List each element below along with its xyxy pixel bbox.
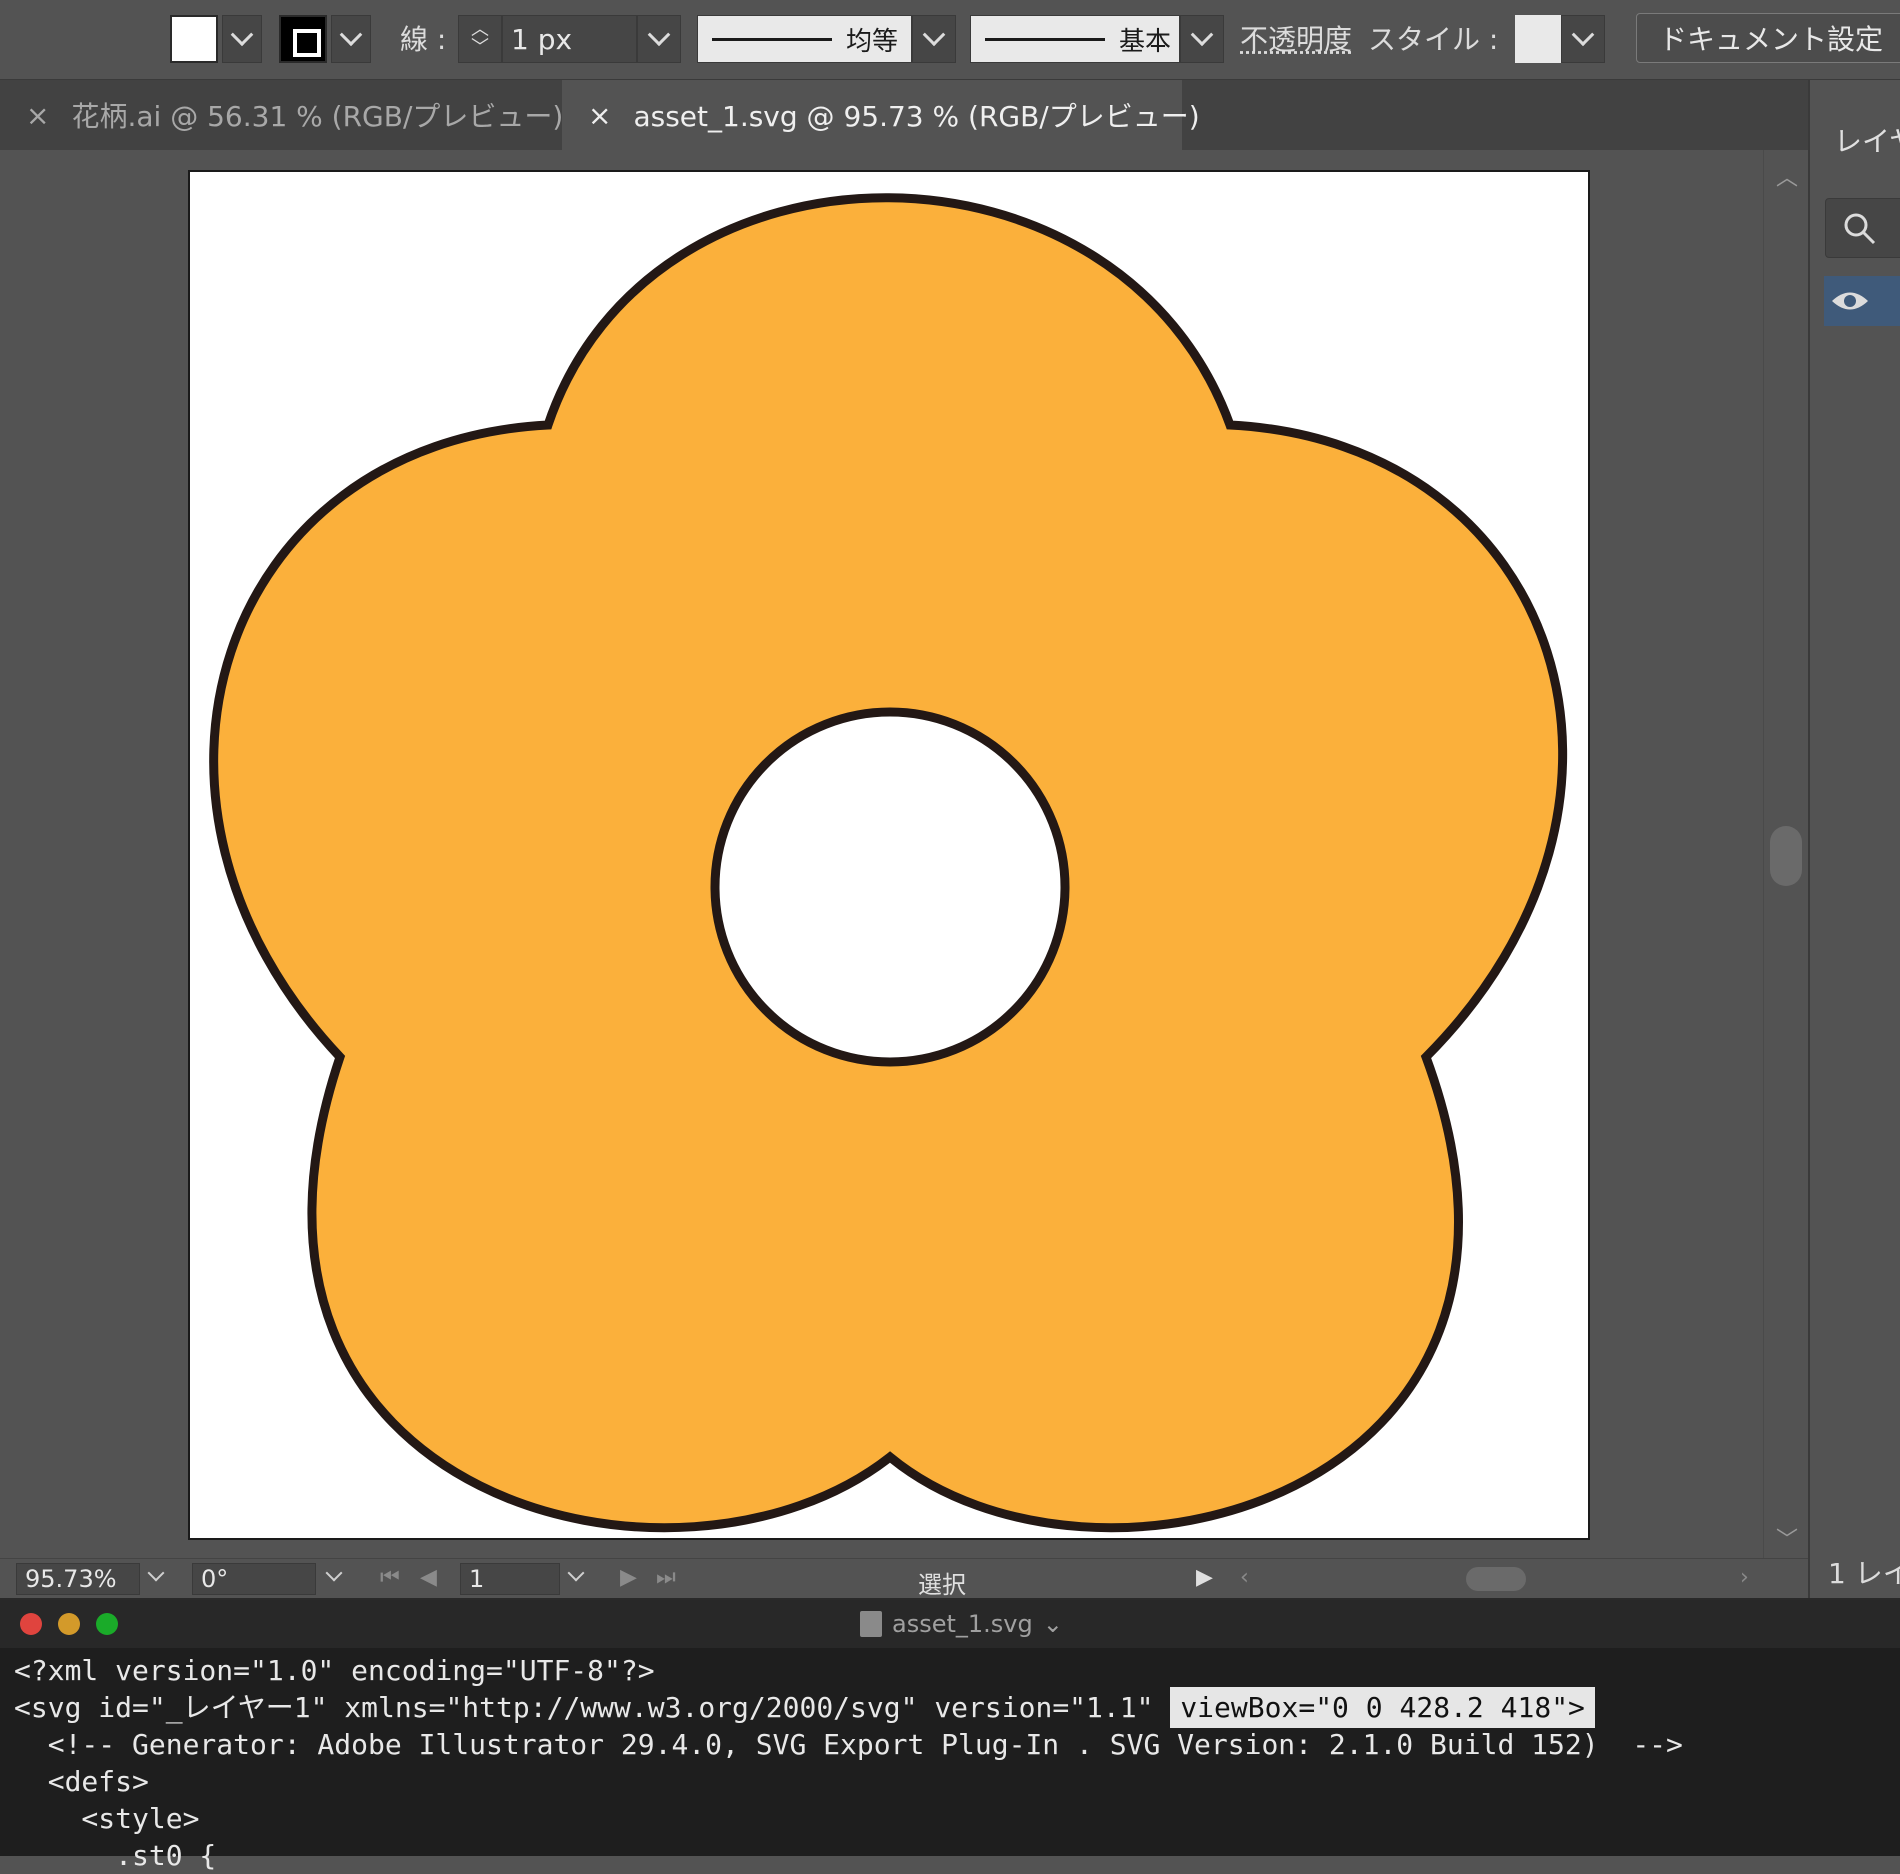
chevron-down-icon[interactable]: ﹀ <box>471 39 489 57</box>
tab-asset-1[interactable]: × asset_1.svg @ 95.73 % (RGB/プレビュー) <box>562 80 1200 150</box>
chevron-down-icon[interactable]: ⌄ <box>1043 1610 1063 1638</box>
vertical-scrollbar[interactable]: ︿ ﹀ <box>1763 150 1808 1558</box>
editor-titlebar: asset_1.svg ⌄ <box>0 1600 1900 1648</box>
close-icon[interactable]: × <box>588 99 611 132</box>
brush-dropdown[interactable] <box>1180 15 1224 63</box>
editor-filename: asset_1.svg <box>892 1610 1033 1638</box>
stroke-width-stepper[interactable]: ︿ ﹀ <box>458 15 502 63</box>
search-icon <box>1844 213 1876 245</box>
canvas-area[interactable] <box>10 150 1763 1558</box>
last-artboard-icon[interactable]: ⏭ <box>656 1565 676 1590</box>
code-line: <style> <box>14 1802 200 1835</box>
chevron-down-icon[interactable] <box>567 1564 585 1582</box>
close-window-button[interactable] <box>20 1613 42 1635</box>
control-bar: 線 : ︿ ﹀ 1 px 均等 基本 不透明度 スタイル : ドキュメント設定 <box>0 0 1900 80</box>
chevron-down-icon <box>1190 23 1214 47</box>
scroll-thumb[interactable] <box>1770 826 1802 886</box>
zoom-window-button[interactable] <box>96 1613 118 1635</box>
flower-shape[interactable] <box>209 193 1568 1533</box>
document-icon <box>860 1611 882 1637</box>
code-line: <svg id="_レイヤー1" xmlns="http://www.w3.or… <box>14 1687 1683 1728</box>
status-bar: 95.73% 0° ⏮ ◀ 1 ▶ ⏭ 選択 ▶ ‹ › <box>0 1558 1808 1600</box>
stroke-width-dropdown[interactable] <box>637 15 681 63</box>
document-tabbar: × 花柄.ai @ 56.31 % (RGB/プレビュー) × asset_1.… <box>0 80 1808 150</box>
play-icon[interactable]: ▶ <box>1196 1565 1213 1590</box>
prev-artboard-icon[interactable]: ◀ <box>420 1565 437 1590</box>
chevron-down-icon <box>339 23 363 47</box>
chevron-right-icon[interactable]: › <box>1740 1565 1749 1590</box>
fill-swatch[interactable] <box>170 15 218 63</box>
variable-width-profile[interactable]: 均等 <box>697 15 912 63</box>
stroke-color-dropdown[interactable] <box>331 15 371 63</box>
stroke-width-input[interactable]: 1 px <box>502 15 637 63</box>
flower-artwork[interactable] <box>190 172 1590 1540</box>
graphic-style-swatch[interactable] <box>1515 15 1561 63</box>
rotation-field[interactable]: 0° <box>192 1563 316 1595</box>
status-text[interactable]: 選択 <box>918 1565 966 1600</box>
chevron-down-icon <box>922 23 946 47</box>
brush-label: 基本 <box>1119 26 1172 57</box>
style-dropdown[interactable] <box>1561 15 1605 63</box>
document-settings-button[interactable]: ドキュメント設定 <box>1636 13 1900 63</box>
code-editor-window: asset_1.svg ⌄ <?xml version="1.0" encodi… <box>0 1598 1900 1872</box>
layer-count: 1 レイ <box>1828 1557 1900 1590</box>
chevron-left-icon[interactable]: ‹ <box>1240 1565 1249 1590</box>
close-icon[interactable]: × <box>26 99 49 132</box>
tab-flower-pattern[interactable]: × 花柄.ai @ 56.31 % (RGB/プレビュー) <box>0 80 564 150</box>
chevron-down-icon[interactable] <box>147 1564 165 1582</box>
layers-panel-title[interactable]: レイヤ <box>1834 120 1900 160</box>
next-artboard-icon[interactable]: ▶ <box>620 1565 637 1590</box>
code-content[interactable]: <?xml version="1.0" encoding="UTF-8"?> <s… <box>14 1652 1683 1874</box>
chevron-down-icon <box>1571 23 1595 47</box>
code-line: <!-- Generator: Adobe Illustrator 29.4.0… <box>14 1728 1683 1761</box>
profile-label: 均等 <box>846 26 899 57</box>
editor-title[interactable]: asset_1.svg ⌄ <box>860 1610 1063 1638</box>
code-line: <?xml version="1.0" encoding="UTF-8"?> <box>14 1654 655 1687</box>
tab-label: asset_1.svg @ 95.73 % (RGB/プレビュー) <box>633 100 1200 133</box>
highlighted-code: viewBox="0 0 428.2 418"> <box>1170 1687 1595 1728</box>
chevron-down-icon <box>230 23 254 47</box>
code-text: <svg id="_レイヤー1" xmlns="http://www.w3.or… <box>14 1691 1171 1724</box>
code-line: <defs> <box>14 1765 149 1798</box>
chevron-down-icon <box>647 23 671 47</box>
stroke-swatch[interactable] <box>279 15 327 63</box>
first-artboard-icon[interactable]: ⏮ <box>380 1565 400 1590</box>
layers-search[interactable] <box>1825 198 1900 258</box>
layer-row[interactable] <box>1824 276 1900 326</box>
stroke-label[interactable]: 線 : <box>400 18 446 58</box>
zoom-field[interactable]: 95.73% <box>16 1563 140 1595</box>
opacity-label[interactable]: 不透明度 <box>1240 18 1352 58</box>
chevron-up-icon[interactable]: ︿ <box>1776 160 1798 192</box>
horizontal-scroll-thumb[interactable] <box>1466 1567 1526 1591</box>
stroke-line-preview <box>712 37 832 41</box>
brush-definition[interactable]: 基本 <box>970 15 1180 63</box>
artboard-number-field[interactable]: 1 <box>460 1563 560 1595</box>
eye-icon[interactable] <box>1830 286 1870 316</box>
artboard[interactable] <box>188 170 1590 1540</box>
chevron-down-icon[interactable]: ﹀ <box>1776 1522 1798 1554</box>
minimize-window-button[interactable] <box>58 1613 80 1635</box>
layers-panel: レイヤ 1 レイ <box>1808 80 1900 1598</box>
fill-dropdown[interactable] <box>222 15 262 63</box>
chevron-down-icon[interactable] <box>325 1564 343 1582</box>
brush-line-preview <box>985 37 1105 41</box>
profile-dropdown[interactable] <box>912 15 956 63</box>
style-label: スタイル : <box>1368 23 1499 56</box>
tab-label: 花柄.ai @ 56.31 % (RGB/プレビュー) <box>71 100 564 133</box>
